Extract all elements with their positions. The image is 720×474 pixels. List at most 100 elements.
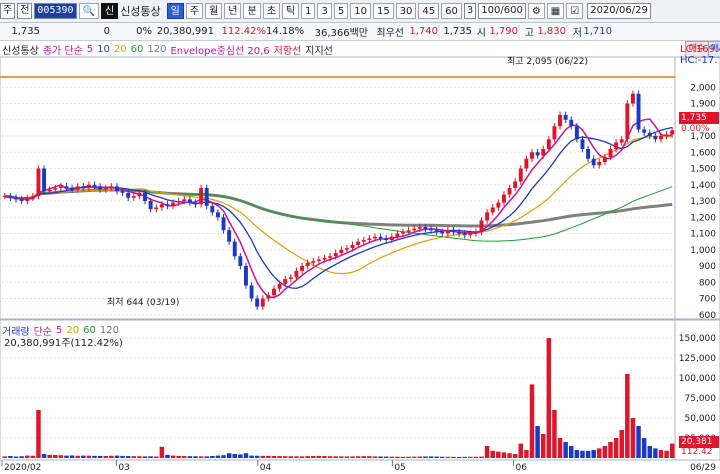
price-tick-label: 800 bbox=[699, 278, 716, 288]
volume-bar bbox=[92, 455, 97, 458]
volume-bar bbox=[574, 450, 580, 458]
candle-body bbox=[176, 201, 181, 203]
price-tick-label: 2,000 bbox=[690, 83, 716, 93]
candle-body bbox=[328, 256, 333, 258]
volume-bar bbox=[529, 384, 535, 458]
candle-body bbox=[333, 253, 338, 257]
candle-body bbox=[569, 119, 574, 127]
volume-bar bbox=[569, 446, 574, 458]
price-legend-item[interactable]: 종가 단순 bbox=[43, 42, 83, 57]
candle-body bbox=[316, 259, 321, 262]
candle-body bbox=[462, 233, 467, 236]
volume-bar bbox=[182, 456, 187, 458]
candle-body bbox=[653, 136, 658, 140]
volume-bar bbox=[64, 455, 69, 458]
candle-body bbox=[98, 186, 103, 190]
chart-grid bbox=[0, 56, 720, 461]
candle-body bbox=[417, 227, 422, 229]
volume-bar bbox=[647, 446, 653, 458]
date-tick-label: 05 bbox=[394, 463, 405, 473]
candle-body bbox=[664, 134, 669, 136]
volume-tick-label: 50,000 bbox=[685, 414, 717, 424]
volume-bar bbox=[277, 456, 282, 458]
candle-body bbox=[81, 186, 86, 188]
volume-current: 20,380,991주(112.42%) bbox=[4, 338, 123, 349]
stock-chart[interactable]: 2,0001,9001,8001,7001,6001,5001,4001,300… bbox=[0, 0, 720, 474]
price-legend-item[interactable]: 120 bbox=[147, 44, 166, 55]
volume-bar bbox=[630, 418, 636, 458]
last-date-label: 06/29 bbox=[690, 463, 716, 473]
volume-bar bbox=[81, 455, 86, 458]
volume-bar bbox=[58, 455, 64, 458]
price-legend-item[interactable]: 저항선 bbox=[274, 42, 302, 57]
candle-body bbox=[339, 249, 344, 253]
candle-body bbox=[30, 196, 35, 198]
volume-bar bbox=[540, 434, 546, 458]
candle-body bbox=[109, 186, 114, 188]
volume-bar bbox=[249, 455, 254, 458]
candle-body bbox=[58, 186, 63, 188]
volume-bar bbox=[507, 453, 512, 458]
volume-bar bbox=[552, 410, 557, 458]
volume-bar bbox=[97, 455, 103, 458]
volume-bar bbox=[137, 456, 142, 458]
ma10-line bbox=[4, 126, 673, 290]
candle-body bbox=[255, 298, 260, 307]
candle-body bbox=[507, 188, 512, 195]
volume-bar bbox=[19, 456, 24, 458]
volume-bar bbox=[47, 454, 52, 458]
volume-bar bbox=[271, 456, 277, 458]
candle-body bbox=[204, 188, 209, 206]
candle-body bbox=[518, 168, 523, 182]
candle-body bbox=[2, 196, 7, 198]
volume-bar bbox=[24, 455, 30, 458]
volume-bar bbox=[311, 456, 316, 458]
candle-body bbox=[423, 227, 428, 229]
price-tag: 1,735 bbox=[679, 112, 719, 124]
price-legend-item[interactable]: 60 bbox=[131, 44, 144, 55]
price-legend-item[interactable]: Envelope중심선 20,6 bbox=[170, 42, 269, 57]
price-legend-item[interactable]: 10 bbox=[97, 44, 110, 55]
candle-body bbox=[468, 233, 473, 236]
volume-bar bbox=[669, 443, 675, 458]
volume-bar bbox=[36, 410, 41, 458]
candle-body bbox=[496, 202, 501, 208]
volume-bar bbox=[193, 456, 198, 458]
price-legend-item[interactable]: 5 bbox=[87, 44, 93, 55]
candle-body bbox=[586, 149, 591, 159]
candle-body bbox=[457, 231, 462, 234]
volume-bar bbox=[367, 456, 372, 458]
candle-body bbox=[580, 139, 585, 149]
moving-average-lines bbox=[4, 118, 673, 299]
candle-body bbox=[171, 202, 176, 206]
volume-bar bbox=[428, 456, 434, 458]
volume-bar bbox=[327, 456, 333, 458]
candle-body bbox=[490, 207, 495, 213]
volume-bar bbox=[232, 454, 237, 458]
volume-bar bbox=[288, 456, 294, 458]
volume-bar bbox=[243, 453, 249, 458]
volume-bar bbox=[451, 456, 456, 458]
volume-bar bbox=[440, 456, 445, 458]
price-legend-item[interactable]: 20 bbox=[114, 44, 127, 55]
price-tick-label: 1,100 bbox=[690, 230, 716, 240]
price-legend-item[interactable]: 지지선 bbox=[305, 42, 333, 57]
candle-body bbox=[406, 230, 411, 232]
candle-body bbox=[541, 149, 546, 156]
volume-bar bbox=[238, 454, 243, 458]
volume-bar bbox=[658, 450, 664, 458]
candle-body bbox=[137, 192, 142, 197]
candle-body bbox=[221, 217, 226, 231]
candle-body bbox=[440, 231, 445, 234]
candle-body bbox=[429, 228, 434, 231]
candle-body bbox=[47, 189, 52, 192]
volume-bar bbox=[496, 451, 501, 458]
volume-bar bbox=[86, 455, 92, 458]
candle-body bbox=[485, 212, 490, 221]
volume-bar bbox=[2, 456, 8, 458]
candle-body bbox=[530, 152, 534, 159]
volume-bar bbox=[344, 456, 350, 458]
price-legend-item[interactable]: 신성통상 bbox=[2, 42, 39, 57]
price-tick-label: 1,300 bbox=[690, 197, 716, 207]
candle-body bbox=[501, 194, 506, 203]
